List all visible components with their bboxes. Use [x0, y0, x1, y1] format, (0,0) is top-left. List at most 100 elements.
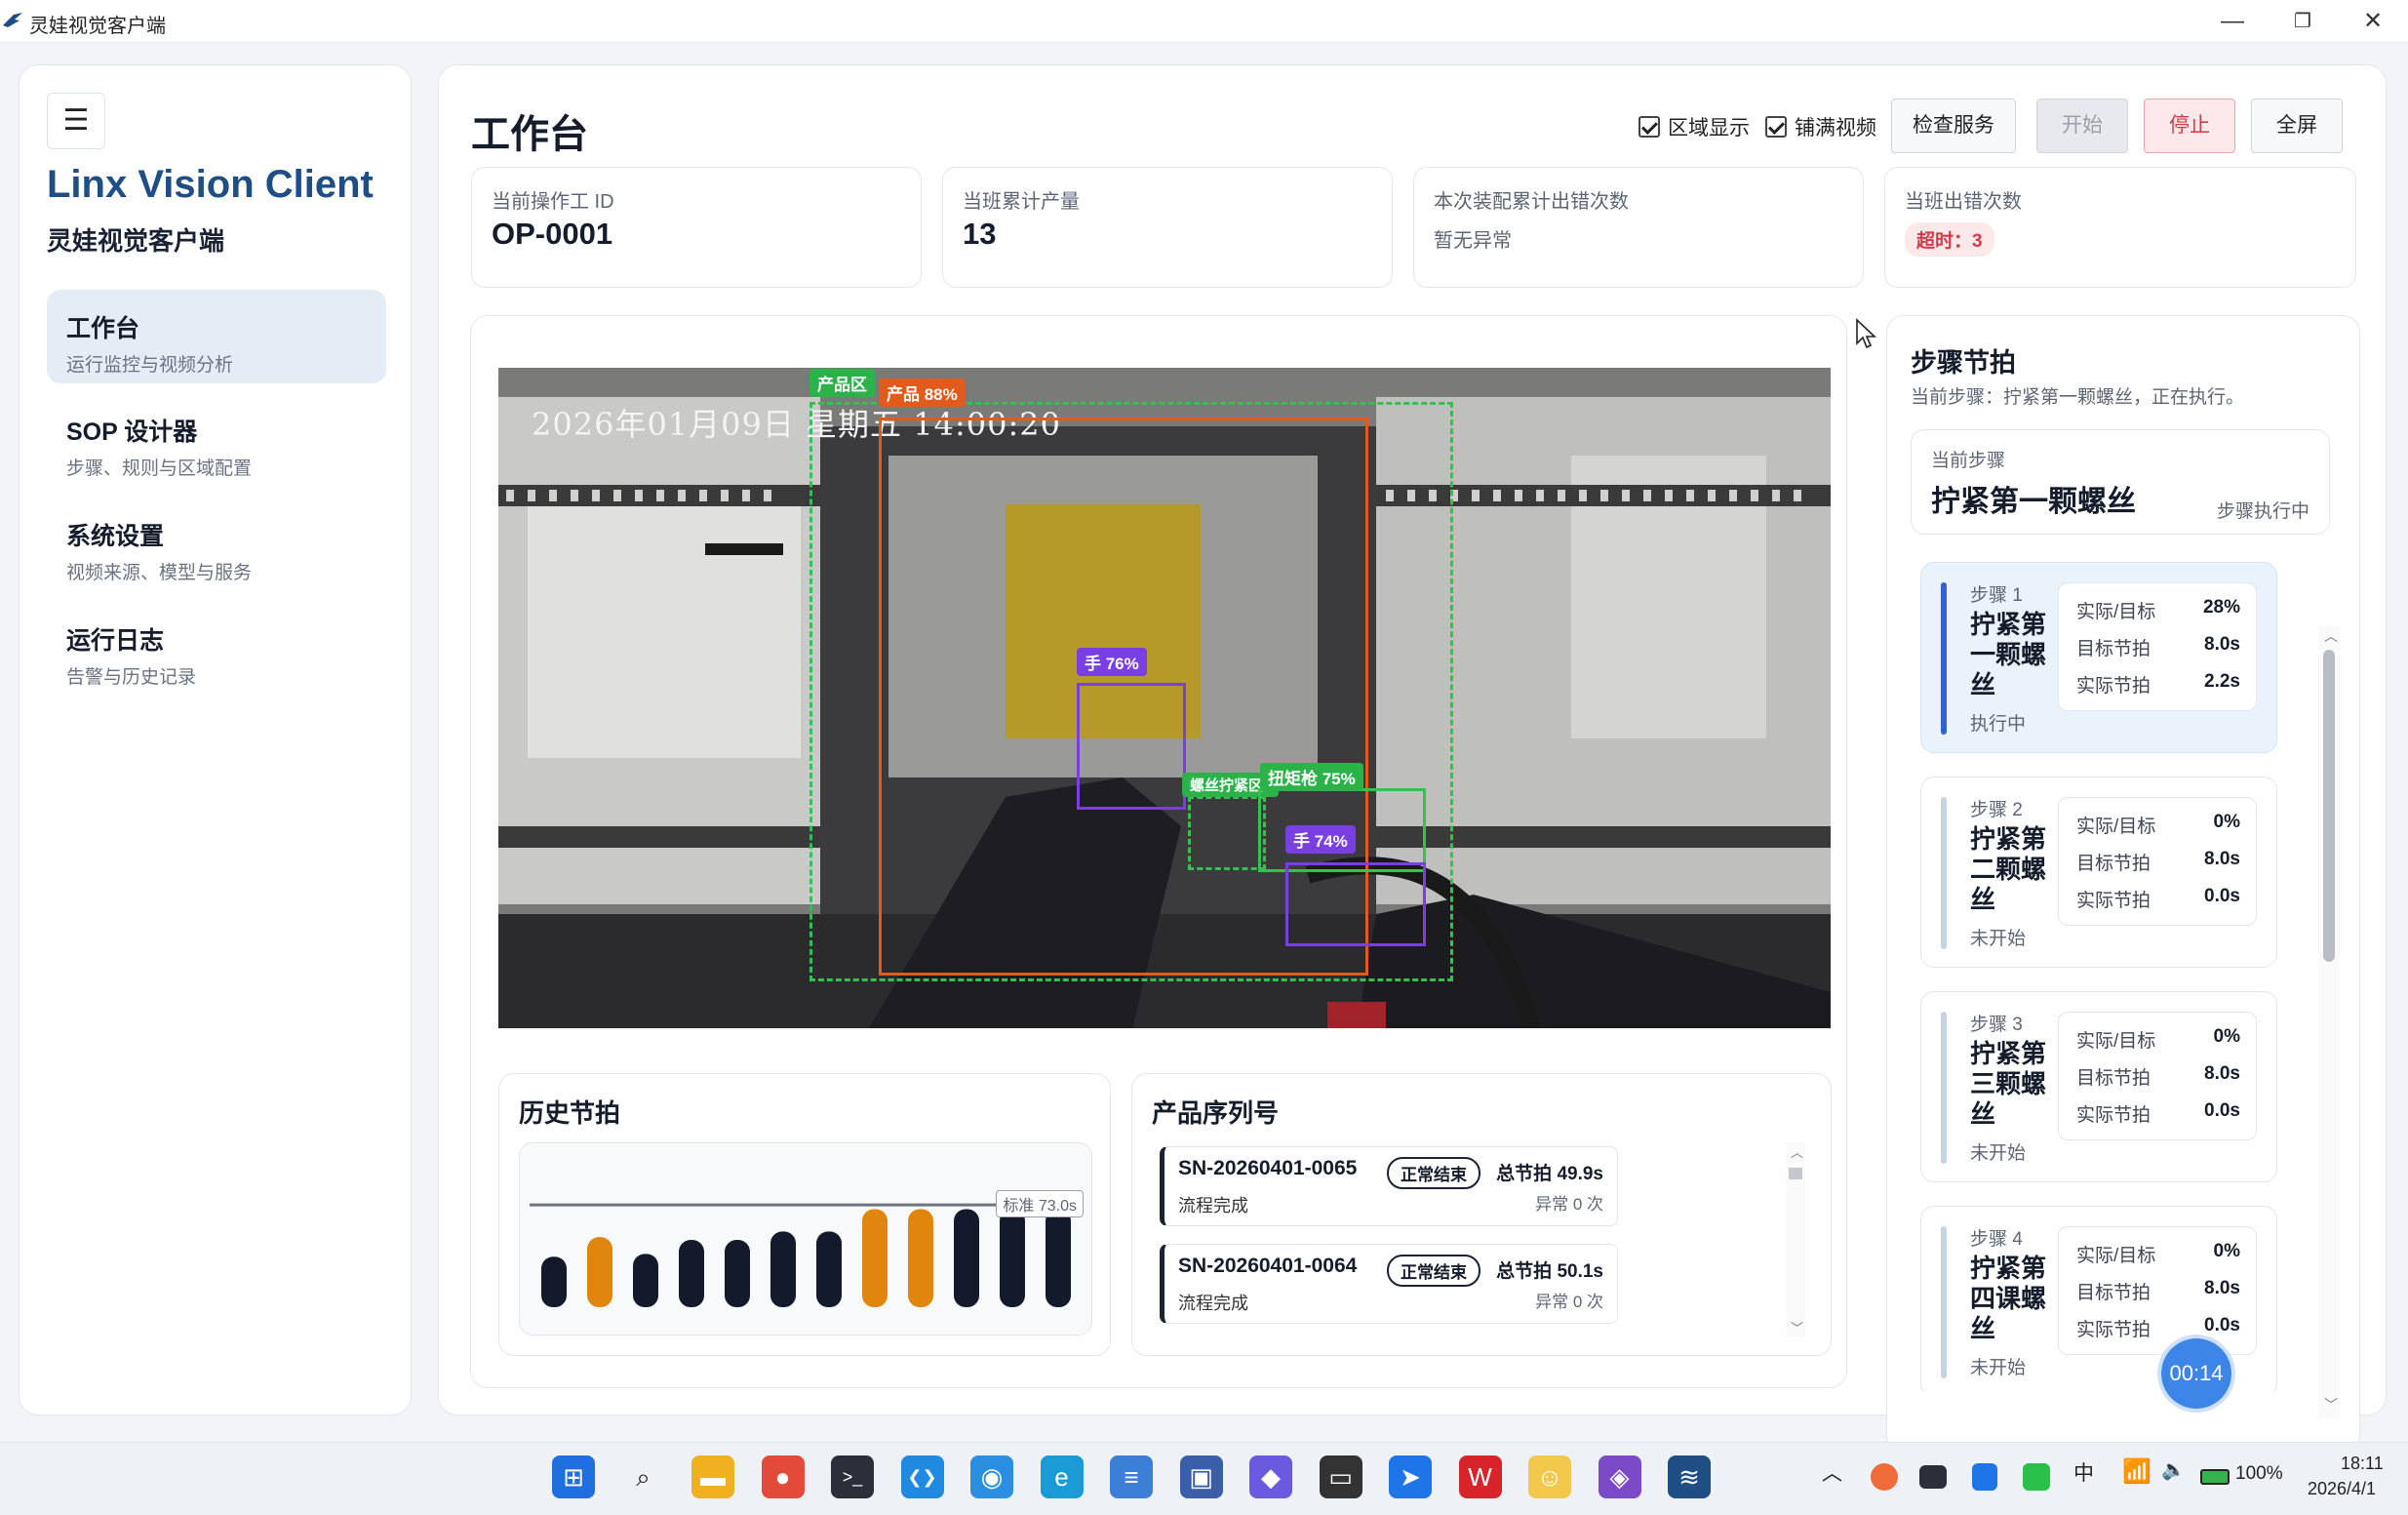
- operator-card: 当前操作工 ID OP-0001: [471, 167, 922, 288]
- wifi-icon[interactable]: 📶: [2122, 1457, 2151, 1486]
- window-icon[interactable]: ▭: [1319, 1455, 1362, 1498]
- check-service-button[interactable]: 检查服务: [1891, 99, 2016, 153]
- sidebar-item-logs[interactable]: 运行日志 告警与历史记录: [47, 602, 386, 696]
- sidebar-item-settings[interactable]: 系统设置 视频来源、模型与服务: [47, 498, 386, 591]
- scroll-up-icon[interactable]: ︿: [2324, 626, 2338, 646]
- brand-title: Linx Vision Client: [47, 163, 374, 206]
- close-button[interactable]: ✕: [2341, 0, 2405, 43]
- history-timing-panel: 历史节拍 标准 73.0s: [498, 1073, 1111, 1356]
- game-icon[interactable]: ☺: [1528, 1455, 1571, 1498]
- remote-desktop-icon[interactable]: ▣: [1179, 1455, 1223, 1498]
- clock-date[interactable]: 2026/4/1: [2308, 1479, 2376, 1499]
- hamburger-menu-icon[interactable]: ☰: [47, 93, 105, 149]
- volume-muted-icon[interactable]: 🔈: [2161, 1457, 2186, 1482]
- search-icon[interactable]: ⌕: [622, 1455, 665, 1498]
- step-card[interactable]: 步骤 2 拧紧第二颗螺丝 未开始 实际/目标 0% 目标节拍 8.0s 实际节拍 0.…: [1920, 777, 2277, 968]
- tray-docker-icon[interactable]: [1919, 1465, 1947, 1489]
- metric-ratio: 28%: [2202, 597, 2240, 618]
- serial-scrollbar[interactable]: ︿ ﹀: [1786, 1142, 1805, 1337]
- step-list[interactable]: 步骤 1 拧紧第一颗螺丝 执行中 实际/目标 28% 目标节拍 8.0s 实际节拍 2…: [1887, 550, 2316, 1391]
- steps-scrollbar[interactable]: ︿ ﹀: [2318, 626, 2340, 1418]
- step-card[interactable]: 步骤 1 拧紧第一颗螺丝 执行中 实际/目标 28% 目标节拍 8.0s 实际节拍 2…: [1920, 562, 2277, 753]
- output-card: 当班累计产量 13: [942, 167, 1393, 288]
- detection-label: 扭矩枪 75%: [1260, 763, 1363, 791]
- mouse-cursor-icon: [1856, 318, 1877, 349]
- start-icon[interactable]: ⊞: [552, 1455, 595, 1498]
- step-name: 拧紧第四课螺丝: [1970, 1254, 2047, 1343]
- current-step-label: 当前步骤: [1931, 451, 2006, 471]
- elapsed-timer[interactable]: 00:14: [2161, 1338, 2231, 1409]
- notepad-icon[interactable]: ≡: [1110, 1455, 1153, 1498]
- visual-studio-icon[interactable]: ◈: [1598, 1455, 1641, 1498]
- metric-label: 实际/目标: [2076, 1031, 2156, 1052]
- sidebar-item-label: SOP 设计器: [66, 419, 198, 446]
- fill-video-checkbox[interactable]: 铺满视频: [1765, 112, 1876, 141]
- sidebar-item-label: 运行日志: [66, 627, 165, 655]
- flow-state: 流程完成: [1178, 1196, 1248, 1216]
- battery-icon[interactable]: [2200, 1469, 2230, 1485]
- folder-icon[interactable]: ▬: [691, 1455, 734, 1498]
- history-bar: [816, 1231, 842, 1307]
- input-method-indicator[interactable]: 中: [2073, 1457, 2094, 1487]
- stop-button[interactable]: 停止: [2144, 99, 2235, 153]
- chat-icon[interactable]: ◆: [1249, 1455, 1292, 1498]
- clock-time[interactable]: 18:11: [2341, 1454, 2384, 1474]
- serial-number: SN-20260401-0064: [1178, 1255, 1358, 1277]
- metric-label: 实际节拍: [2076, 1105, 2151, 1126]
- error-count: 异常 0 次: [1535, 1293, 1603, 1311]
- scroll-thumb[interactable]: [2323, 650, 2335, 962]
- metric-ratio: 0%: [2213, 812, 2240, 832]
- minimize-button[interactable]: —: [2200, 0, 2265, 43]
- step-card[interactable]: 步骤 3 拧紧第三颗螺丝 未开始 实际/目标 0% 目标节拍 8.0s 实际节拍 0.…: [1920, 991, 2277, 1182]
- total-cycle-time: 总节拍 49.9s: [1496, 1164, 1603, 1184]
- scroll-thumb[interactable]: [1789, 1168, 1802, 1179]
- fullscreen-button[interactable]: 全屏: [2251, 99, 2343, 153]
- vscode-icon[interactable]: ❮❯: [900, 1455, 944, 1498]
- history-bar: [770, 1231, 796, 1307]
- metric-label: 目标节拍: [2076, 854, 2151, 874]
- serial-item[interactable]: SN-20260401-0064 正常结束 总节拍 50.1s 流程完成 异常 …: [1160, 1244, 1618, 1324]
- history-bar: [862, 1209, 888, 1307]
- tray-wechat-icon[interactable]: [2023, 1463, 2050, 1491]
- tray-chevron-icon[interactable]: ︿: [1822, 1457, 1842, 1487]
- metric-actual: 2.2s: [2204, 671, 2240, 692]
- metric-actual: 0.0s: [2204, 1100, 2240, 1121]
- scroll-up-icon[interactable]: ︿: [1791, 1142, 1803, 1161]
- chrome-icon[interactable]: ●: [761, 1455, 805, 1498]
- sidebar-item-sop-designer[interactable]: SOP 设计器 步骤、规则与区域配置: [47, 393, 386, 487]
- docker-icon[interactable]: ◉: [970, 1455, 1013, 1498]
- scroll-down-icon[interactable]: ﹀: [2324, 1395, 2338, 1415]
- edge-icon[interactable]: e: [1040, 1455, 1084, 1498]
- linx-vision-icon[interactable]: ≋: [1668, 1455, 1711, 1498]
- output-value: 13: [963, 217, 997, 251]
- shift-errors-card: 当班出错次数 超时：3: [1884, 167, 2356, 288]
- detection-box-screw-zone: [1188, 796, 1266, 870]
- brand-subtitle: 灵娃视觉客户端: [47, 226, 225, 256]
- step-timing-panel: 步骤节拍 当前步骤：拧紧第一颗螺丝，正在执行。 当前步骤 拧紧第一颗螺丝 步骤执…: [1886, 315, 2360, 1453]
- history-bar: [908, 1209, 933, 1307]
- standard-line-label: 标准 73.0s: [996, 1190, 1084, 1217]
- shift-errors-label: 当班出错次数: [1905, 191, 2022, 213]
- step-name: 拧紧第二颗螺丝: [1970, 824, 2047, 914]
- arrow-app-icon[interactable]: ➤: [1389, 1455, 1432, 1498]
- metric-label: 实际/目标: [2076, 817, 2156, 837]
- metric-ratio: 0%: [2213, 1026, 2240, 1047]
- step-timing-title: 步骤节拍: [1911, 348, 2016, 378]
- history-chart: 标准 73.0s: [519, 1142, 1092, 1336]
- history-bar: [725, 1240, 750, 1307]
- scroll-down-icon[interactable]: ﹀: [1791, 1318, 1803, 1336]
- step-state: 未开始: [1970, 1358, 2027, 1378]
- tray-app-icon[interactable]: [1871, 1463, 1898, 1491]
- serial-item[interactable]: SN-20260401-0065 正常结束 总节拍 49.9s 流程完成 异常 …: [1160, 1146, 1618, 1226]
- restore-button[interactable]: ❐: [2270, 0, 2335, 43]
- wps-icon[interactable]: W: [1458, 1455, 1502, 1498]
- sidebar-item-workbench[interactable]: 工作台 运行监控与视频分析: [47, 290, 386, 383]
- tray-arrow-icon[interactable]: [1972, 1463, 1997, 1491]
- assembly-errors-card: 本次装配累计出错次数 暂无异常: [1413, 167, 1864, 288]
- step-indicator: [1941, 1226, 1947, 1378]
- region-display-checkbox[interactable]: 区域显示: [1638, 112, 1750, 141]
- terminal-icon[interactable]: >_: [831, 1455, 874, 1498]
- step-name: 拧紧第三颗螺丝: [1970, 1039, 2047, 1129]
- start-button[interactable]: 开始: [2036, 99, 2128, 153]
- detection-box-hand: [1285, 862, 1426, 946]
